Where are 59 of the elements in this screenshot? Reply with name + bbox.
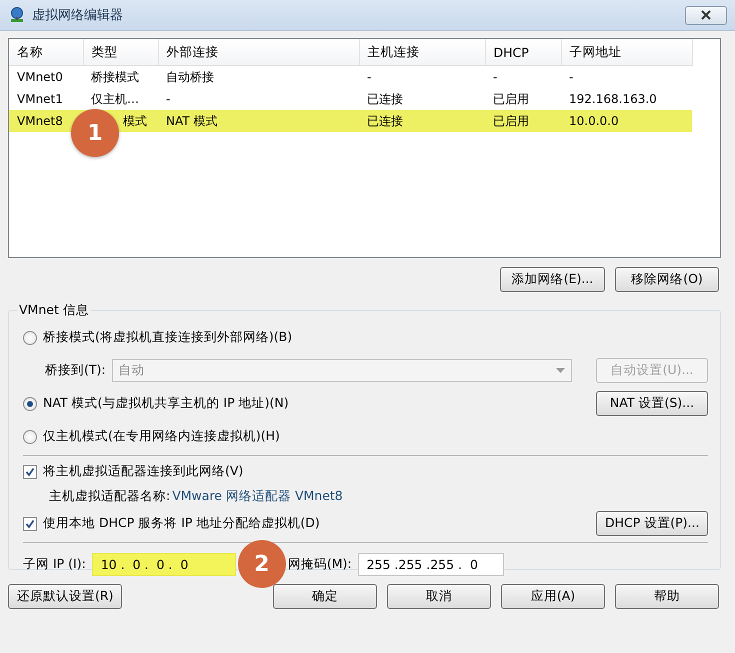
checkbox-label[interactable]: 将主机虚拟适配器连接到此网络(V) [43, 463, 244, 480]
restore-defaults-button[interactable]: 还原默认设置(R) [8, 584, 122, 609]
radio-label[interactable]: 桥接模式(将虚拟机直接连接到外部网络)(B) [43, 329, 292, 346]
callout-badge: 1 [71, 109, 119, 157]
dialog-button[interactable]: 应用(A) [501, 584, 605, 609]
table-cell: - [561, 66, 692, 88]
table-cell: VMnet1 [9, 88, 83, 110]
radio-button[interactable] [23, 330, 37, 344]
checkbox[interactable] [23, 464, 37, 478]
table-cell: 10.0.0.0 [561, 110, 692, 132]
dropdown-arrow-icon [556, 368, 565, 373]
field-label: 主机虚拟适配器名称: [49, 488, 170, 504]
close-icon [701, 10, 711, 20]
network-icon [8, 6, 26, 24]
table-cell: 已启用 [485, 88, 561, 110]
column-header[interactable]: 主机连接 [359, 39, 485, 66]
column-header[interactable]: 子网地址 [561, 39, 692, 66]
field-label: 桥接到(T): [45, 362, 106, 379]
dialog-button[interactable]: 帮助 [615, 584, 719, 609]
column-header[interactable]: 类型 [83, 39, 158, 66]
table-cell: VMnet8 [9, 110, 83, 132]
subnet-mask-field[interactable]: 255 .255 .255 . 0 [358, 552, 504, 576]
radio-label[interactable]: NAT 模式(与虚拟机共享主机的 IP 地址)(N) [43, 395, 289, 412]
table-row[interactable]: VMnet0 桥接模式 自动桥接 - - - [9, 66, 692, 88]
nat-settings-button[interactable]: NAT 设置(S)... [596, 391, 708, 416]
dialog-button[interactable]: 取消 [387, 584, 491, 609]
dhcp-settings-button[interactable]: DHCP 设置(P)... [596, 511, 708, 536]
field-label: 网掩码(M): [288, 556, 352, 572]
remove-network-button[interactable]: 移除网络(O) [615, 267, 719, 292]
column-header[interactable]: 名称 [9, 39, 83, 66]
column-header[interactable]: DHCP [485, 39, 561, 66]
dialog-button[interactable]: 确定 [273, 584, 377, 609]
radio-button[interactable] [23, 396, 37, 410]
table-cell: VMnet0 [9, 66, 83, 88]
table-cell: - [485, 66, 561, 88]
close-button[interactable] [685, 6, 727, 24]
add-network-button[interactable]: 添加网络(E)... [500, 267, 605, 292]
radio-label[interactable]: 仅主机模式(在专用网络内连接虚拟机)(H) [43, 428, 280, 445]
table-cell: 已连接 [359, 110, 485, 132]
table-cell: - [158, 88, 359, 110]
table-cell: 已连接 [359, 88, 485, 110]
table-cell: 自动桥接 [158, 66, 359, 88]
radio-button[interactable] [23, 430, 37, 444]
adapter-name: VMware 网络适配器 VMnet8 [172, 488, 343, 504]
table-cell: 桥接模式 [83, 66, 158, 88]
column-header[interactable]: 外部连接 [158, 39, 359, 66]
group-title: VMnet 信息 [18, 302, 90, 319]
subnet-ip-field[interactable]: 10 . 0 . 0 . 0 [92, 552, 236, 576]
checkbox-label[interactable]: 使用本地 DHCP 服务将 IP 地址分配给虚拟机(D) [43, 515, 320, 532]
table-cell: NAT 模式 [158, 110, 359, 132]
checkbox[interactable] [23, 516, 37, 530]
table-cell: 192.168.163.0 [561, 88, 692, 110]
table-cell: 仅主机… [83, 88, 158, 110]
callout-badge: 2 [238, 540, 286, 588]
window-title: 虚拟网络编辑器 [32, 7, 123, 24]
table-cell: - [359, 66, 485, 88]
field-label: 子网 IP (I): [23, 556, 86, 572]
table-cell: 已启用 [485, 110, 561, 132]
table-row[interactable]: VMnet1 仅主机… - 已连接 已启用 192.168.163.0 [9, 88, 692, 110]
